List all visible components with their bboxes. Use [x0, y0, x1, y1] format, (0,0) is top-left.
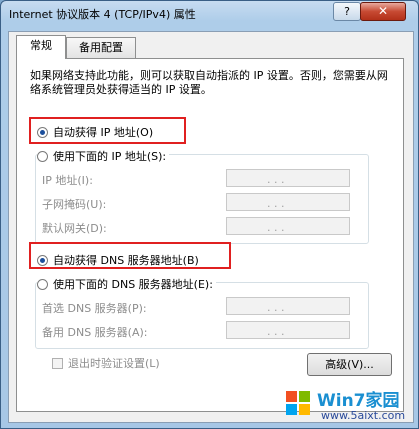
preferred-dns-label: 首选 DNS 服务器(P):	[42, 302, 147, 315]
alternate-dns-dots: . . .	[267, 325, 285, 338]
dialog-client-area: 常规 备用配置 如果网络支持此功能，则可以获取自动指派的 IP 设置。否则，您需…	[8, 31, 414, 423]
default-gateway-dots: . . .	[267, 221, 285, 234]
dialog-window: Internet 协议版本 4 (TCP/IPv4) 属性 ? ✕ 常规 备用配…	[0, 0, 419, 429]
validate-on-exit-label: 退出时验证设置(L)	[68, 357, 160, 370]
general-tab-panel: 如果网络支持此功能，则可以获取自动指派的 IP 设置。否则，您需要从网络系统管理…	[16, 58, 404, 412]
watermark-url: www.5aixt.com	[321, 409, 406, 422]
ip-address-dots: . . .	[267, 173, 285, 186]
manual-dns-label: 使用下面的 DNS 服务器地址(E):	[53, 278, 213, 291]
ip-address-field[interactable]: . . .	[226, 169, 350, 187]
subnet-mask-field[interactable]: . . .	[226, 193, 350, 211]
help-button[interactable]: ?	[333, 2, 361, 21]
alternate-dns-label: 备用 DNS 服务器(A):	[42, 326, 148, 339]
preferred-dns-dots: . . .	[267, 301, 285, 314]
windows-logo-icon	[286, 391, 310, 415]
title-bar[interactable]: Internet 协议版本 4 (TCP/IPv4) 属性 ? ✕	[1, 1, 418, 25]
window-title: Internet 协议版本 4 (TCP/IPv4) 属性	[9, 8, 196, 21]
default-gateway-field[interactable]: . . .	[226, 217, 350, 235]
highlight-box-dns	[29, 242, 231, 269]
ip-address-label: IP 地址(I):	[42, 174, 93, 187]
alternate-dns-field[interactable]: . . .	[226, 321, 350, 339]
highlight-box-ip	[29, 117, 186, 144]
tab-alternate-config[interactable]: 备用配置	[66, 37, 136, 58]
subnet-mask-dots: . . .	[267, 197, 285, 210]
manual-ip-label: 使用下面的 IP 地址(S):	[53, 150, 167, 163]
validate-on-exit-checkbox[interactable]: 退出时验证设置(L)	[52, 355, 160, 371]
description-text: 如果网络支持此功能，则可以获取自动指派的 IP 设置。否则，您需要从网络系统管理…	[30, 69, 388, 96]
radio-unchecked-icon	[37, 278, 48, 290]
subnet-mask-label: 子网掩码(U):	[42, 198, 107, 211]
checkbox-unchecked-icon	[52, 357, 63, 369]
manual-ip-radio[interactable]: 使用下面的 IP 地址(S):	[37, 148, 170, 164]
close-button[interactable]: ✕	[360, 2, 406, 21]
preferred-dns-field[interactable]: . . .	[226, 297, 350, 315]
watermark-brand: Win7家园	[317, 391, 400, 411]
radio-unchecked-icon	[37, 150, 48, 162]
default-gateway-label: 默认网关(D):	[42, 222, 107, 235]
advanced-button[interactable]: 高级(V)...	[307, 353, 392, 376]
site-watermark: Win7家园 www.5aixt.com	[247, 385, 417, 425]
tab-general[interactable]: 常规	[16, 35, 66, 59]
manual-dns-radio[interactable]: 使用下面的 DNS 服务器地址(E):	[37, 276, 216, 292]
